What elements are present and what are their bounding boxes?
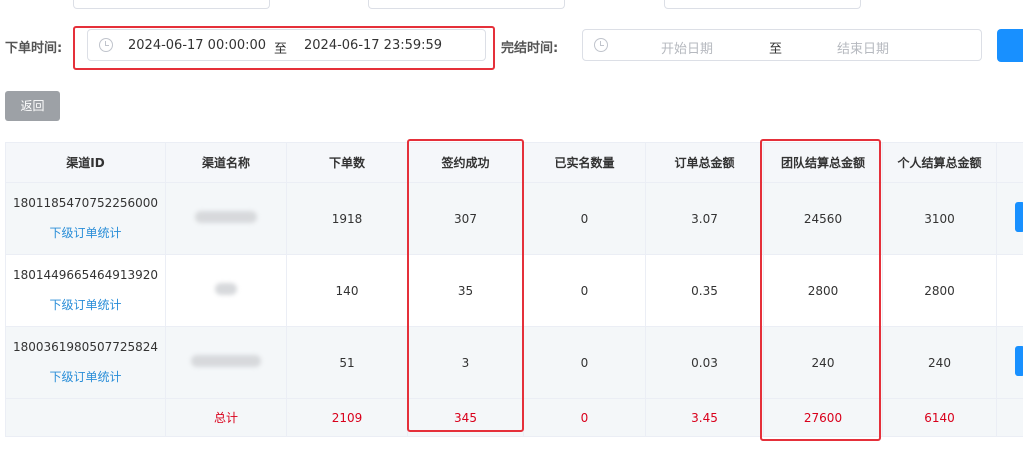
cell-actions (996, 326, 1023, 399)
channel-id: 1801449665464913920 (12, 268, 159, 282)
highlight-box-team-settle-column (760, 139, 881, 441)
cell-actions (996, 254, 1023, 327)
row-action-button[interactable] (1015, 202, 1023, 232)
clock-icon (594, 38, 608, 52)
row-action-button[interactable] (1015, 346, 1023, 376)
finish-time-label: 完结时间: (501, 41, 559, 56)
cell-total-amount: 0.03 (645, 326, 764, 399)
cell-total-orders: 2109 (286, 398, 408, 437)
cell-total-empty (5, 398, 166, 437)
filter-input-top-2[interactable] (368, 0, 565, 9)
filter-input-top-3[interactable] (664, 0, 861, 9)
channel-id: 1801185470752256000 (12, 196, 159, 210)
cell-personal-settle: 3100 (882, 182, 997, 255)
order-time-label: 下单时间: (5, 41, 63, 56)
return-button[interactable]: 返回 (5, 91, 60, 121)
sub-order-stats-link[interactable]: 下级订单统计 (6, 296, 165, 313)
cell-total-amount: 3.07 (645, 182, 764, 255)
blurred-channel-name (191, 355, 261, 367)
finish-time-range-picker[interactable]: 开始日期 至 结束日期 (582, 29, 982, 61)
filter-input-top-1[interactable] (73, 0, 270, 9)
col-header-total-amount: 订单总金额 (645, 142, 764, 183)
cell-total-amount: 0.35 (645, 254, 764, 327)
cell-total-verified: 0 (523, 398, 646, 437)
col-header-channel-id: 渠道ID (5, 142, 166, 183)
cell-channel-id: 1800361980507725824 下级订单统计 (5, 326, 166, 399)
col-header-channel-name: 渠道名称 (165, 142, 287, 183)
cell-channel-id: 1801185470752256000 下级订单统计 (5, 182, 166, 255)
cell-channel-id: 1801449665464913920 下级订单统计 (5, 254, 166, 327)
sub-order-stats-link[interactable]: 下级订单统计 (6, 224, 165, 241)
col-header-personal-settle: 个人结算总金额 (882, 142, 997, 183)
channel-id: 1800361980507725824 (12, 340, 159, 354)
cell-verified: 0 (523, 254, 646, 327)
cell-total-personal-settle: 6140 (882, 398, 997, 437)
blurred-channel-name (215, 283, 237, 295)
cell-channel-name (165, 254, 287, 327)
search-button[interactable] (997, 29, 1023, 62)
col-header-verified: 已实名数量 (523, 142, 646, 183)
cell-personal-settle: 2800 (882, 254, 997, 327)
cell-orders: 140 (286, 254, 408, 327)
highlight-box-signed-column (407, 139, 524, 432)
cell-verified: 0 (523, 326, 646, 399)
highlight-box-order-time (73, 26, 495, 70)
cell-total-actions (996, 398, 1023, 437)
col-header-actions (996, 142, 1023, 183)
cell-orders: 51 (286, 326, 408, 399)
cell-channel-name (165, 182, 287, 255)
range-separator: 至 (769, 42, 783, 57)
cell-total-label: 总计 (165, 398, 287, 437)
finish-time-end[interactable]: 结束日期 (837, 38, 889, 57)
col-header-orders: 下单数 (286, 142, 408, 183)
sub-order-stats-link[interactable]: 下级订单统计 (6, 368, 165, 385)
blurred-channel-name (195, 211, 257, 223)
finish-time-start[interactable]: 开始日期 (661, 38, 713, 57)
cell-channel-name (165, 326, 287, 399)
cell-orders: 1918 (286, 182, 408, 255)
cell-personal-settle: 240 (882, 326, 997, 399)
cell-actions (996, 182, 1023, 255)
cell-total-amount: 3.45 (645, 398, 764, 437)
cell-verified: 0 (523, 182, 646, 255)
